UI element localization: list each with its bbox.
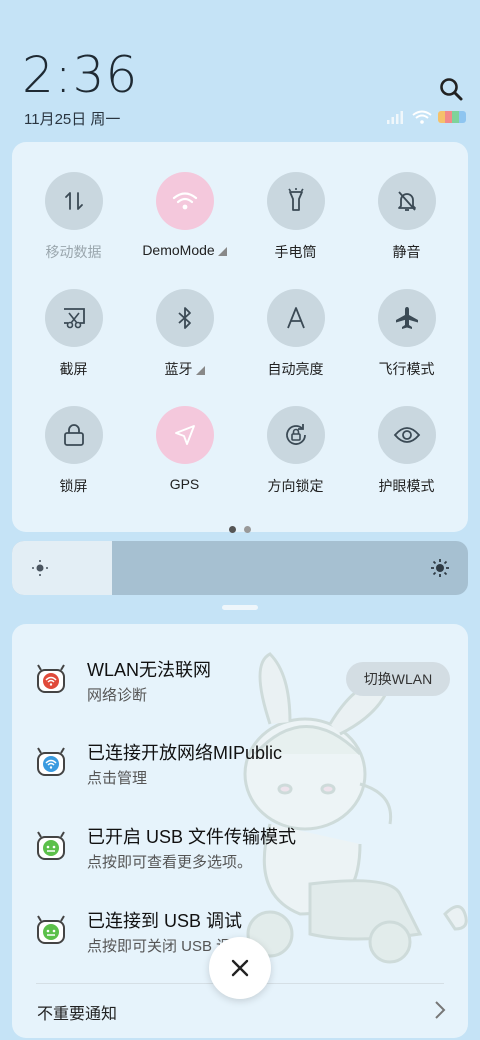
expand-arrow-icon: [195, 366, 205, 375]
lock-icon: [63, 424, 84, 446]
tile-gps[interactable]: GPS: [129, 406, 240, 492]
tile-label: 静音: [392, 244, 421, 260]
tile-eye-care[interactable]: 护眼模式: [351, 406, 462, 496]
clear-all-button[interactable]: [209, 937, 271, 999]
airplane-icon: [395, 307, 418, 329]
tile-label: 手电筒: [274, 244, 317, 260]
tile-auto-brightness[interactable]: 自动亮度: [240, 289, 351, 379]
quick-settings-panel: 移动数据 DemoMode 手电筒 静音 截屏 蓝牙 自动亮度 飞行模式 锁屏 …: [12, 142, 468, 533]
notification-subtitle: 点按即可查看更多选项。: [87, 854, 253, 871]
notification-title: 已连接开放网络MIPublic: [87, 743, 283, 763]
gps-icon: [174, 425, 195, 445]
page-dot[interactable]: [229, 526, 236, 533]
mute-bell-icon: [397, 191, 416, 211]
drag-handle[interactable]: [222, 605, 258, 610]
tile-label: 蓝牙: [164, 361, 193, 377]
tile-mute[interactable]: 静音: [351, 172, 462, 262]
notification-subtitle: 网络诊断: [87, 687, 148, 704]
tile-label: 飞行模式: [378, 361, 435, 377]
close-icon: [231, 959, 249, 977]
eye-icon: [393, 427, 420, 443]
notification-title: 已连接到 USB 调试: [87, 911, 243, 931]
tile-rotation-lock[interactable]: 方向锁定: [240, 406, 351, 496]
battery-icon: [438, 111, 466, 123]
tile-bluetooth[interactable]: 蓝牙: [129, 289, 240, 379]
notification-item[interactable]: WLAN无法联网 网络诊断 切换WLAN: [12, 652, 468, 722]
tile-airplane[interactable]: 飞行模式: [351, 289, 462, 379]
flashlight-icon: [287, 188, 304, 211]
screenshot-icon: [63, 308, 85, 329]
brightness-high-icon: [431, 559, 449, 577]
mobile-data-icon: [64, 192, 83, 210]
tile-label: 截屏: [59, 361, 88, 377]
notification-item[interactable]: 已连接开放网络MIPublic 点击管理: [12, 735, 468, 805]
notification-title: WLAN无法联网: [87, 660, 212, 680]
wifi-connected-icon: [37, 747, 65, 776]
signal-icon: [387, 111, 403, 124]
page-indicator: [12, 520, 468, 538]
tile-label: 自动亮度: [267, 361, 324, 377]
switch-wlan-button[interactable]: 切换WLAN: [346, 662, 450, 696]
tile-label: 移动数据: [45, 244, 102, 260]
tile-label: GPS: [169, 476, 200, 492]
tile-label: 方向锁定: [267, 478, 324, 494]
tile-label: 锁屏: [59, 478, 88, 494]
date[interactable]: 11月25日 周一: [24, 108, 120, 129]
wifi-status-icon: [412, 110, 432, 124]
usb-debug-android-icon: [37, 915, 65, 944]
expand-arrow-icon: [217, 247, 227, 256]
rotation-lock-icon: [285, 424, 306, 445]
tile-wifi[interactable]: DemoMode: [129, 172, 240, 258]
tile-label: 护眼模式: [378, 478, 435, 494]
wifi-icon: [172, 192, 197, 210]
chevron-right-icon[interactable]: [434, 1000, 446, 1020]
notification-item[interactable]: 已开启 USB 文件传输模式 点按即可查看更多选项。: [12, 819, 468, 889]
brightness-slider[interactable]: [12, 541, 468, 595]
usb-android-icon: [37, 831, 65, 860]
notification-title: 已开启 USB 文件传输模式: [87, 827, 297, 847]
brightness-fill: [12, 541, 113, 595]
clock[interactable]: 2:36: [22, 46, 138, 104]
unimportant-notifications-link[interactable]: 不重要通知: [37, 1000, 117, 1024]
tile-screenshot[interactable]: 截屏: [18, 289, 129, 379]
tile-flashlight[interactable]: 手电筒: [240, 172, 351, 262]
brightness-low-icon: [32, 560, 48, 576]
tile-mobile-data[interactable]: 移动数据: [18, 172, 129, 262]
page-dot[interactable]: [244, 526, 251, 533]
wifi-warning-icon: [37, 664, 65, 693]
tile-label: DemoMode: [142, 242, 215, 258]
notification-subtitle: 点击管理: [87, 770, 148, 787]
auto-brightness-icon: [286, 307, 305, 329]
tile-lock-screen[interactable]: 锁屏: [18, 406, 129, 496]
bluetooth-icon: [177, 307, 191, 329]
status-bar-icons: [386, 110, 466, 124]
search-icon[interactable]: [438, 76, 464, 102]
